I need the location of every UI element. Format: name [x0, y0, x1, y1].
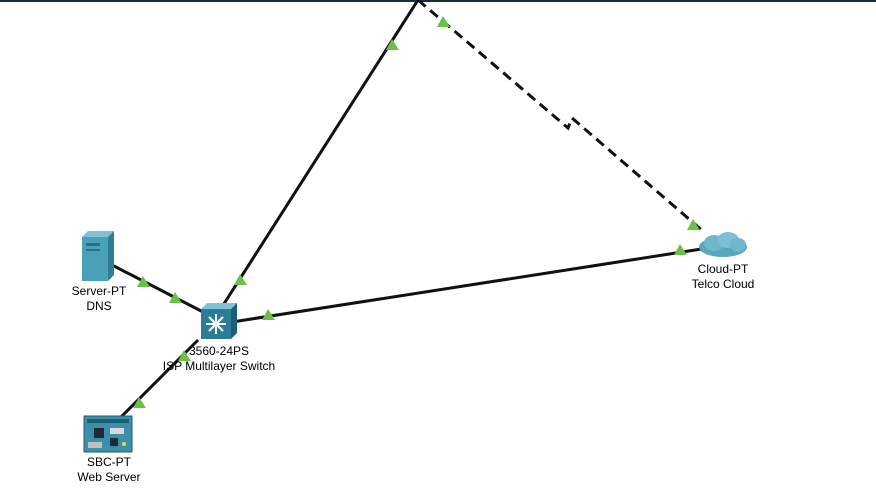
- server-icon[interactable]: [82, 231, 114, 281]
- dns-server-name: DNS: [86, 299, 112, 313]
- link-up-indicator: [687, 219, 700, 230]
- sbc-board-icon[interactable]: [83, 415, 133, 453]
- cloud-name: Telco Cloud: [691, 277, 755, 291]
- switch-model: 3560-24PS: [188, 344, 250, 358]
- switch-name: ISP Multilayer Switch: [162, 359, 276, 373]
- link-up-indicator: [437, 16, 450, 27]
- cloud-label: Cloud-PT Telco Cloud: [623, 262, 823, 292]
- dns-server-model: Server-PT: [71, 284, 127, 298]
- web-server-label: SBC-PT Web Server: [9, 455, 209, 485]
- link-serial-offscreen-to-cloud[interactable]: [417, 0, 705, 234]
- link-up-indicator: [234, 274, 247, 285]
- link-up-indicator: [674, 244, 687, 255]
- web-server-model: SBC-PT: [86, 455, 131, 469]
- logical-workspace[interactable]: [0, 0, 876, 498]
- cloud-model: Cloud-PT: [697, 262, 749, 276]
- dns-server-label: Server-PT DNS: [0, 284, 199, 314]
- switch-label: 3560-24PS ISP Multilayer Switch: [119, 344, 319, 374]
- web-server-name: Web Server: [77, 470, 141, 484]
- cloud-icon[interactable]: [699, 232, 747, 257]
- multilayer-switch-icon[interactable]: [201, 303, 237, 339]
